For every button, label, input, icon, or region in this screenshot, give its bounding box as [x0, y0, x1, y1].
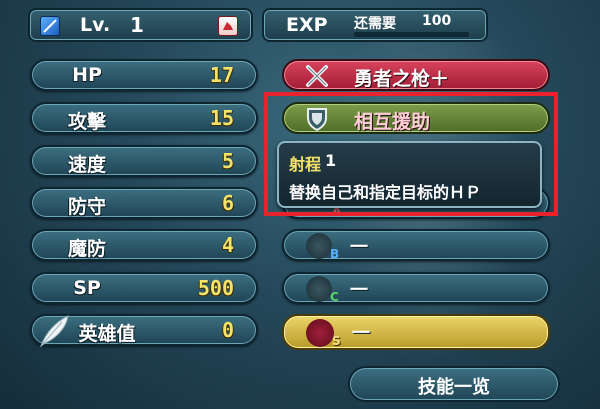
skill-list-button[interactable]: 技能一览	[348, 366, 560, 402]
stat-row-hp: HP 17	[30, 59, 258, 91]
stat-label: 魔防	[67, 238, 106, 260]
stat-label: SP	[73, 277, 101, 299]
b-skill-slot[interactable]: B 一	[282, 229, 550, 261]
stat-row-sp: SP 500	[30, 272, 258, 304]
stat-value: 500	[197, 276, 234, 300]
stat-value: 4	[221, 233, 234, 257]
stat-label: HP	[72, 64, 102, 86]
s-slot-orb-icon	[306, 319, 334, 347]
c-slot-value: 一	[350, 280, 368, 301]
b-slot-letter: B	[330, 247, 340, 261]
crossed-swords-icon	[304, 63, 330, 89]
exp-bar	[354, 32, 469, 37]
skill-list-button-label: 技能一览	[418, 377, 490, 398]
stat-row-attack: 攻擊 15	[30, 102, 258, 134]
stat-row-defense: 防守 6	[30, 187, 258, 219]
stat-label: 攻擊	[67, 111, 106, 133]
exp-label: EXP	[286, 14, 328, 36]
level-label: Lv.	[80, 14, 111, 36]
c-slot-letter: C	[330, 290, 339, 304]
stat-label: 英雄值	[78, 323, 136, 345]
exp-remaining-value: 100	[422, 13, 452, 29]
b-slot-value: 一	[350, 237, 368, 258]
stat-value: 17	[209, 63, 234, 87]
c-slot-orb-icon	[306, 276, 332, 302]
c-skill-slot[interactable]: C 一	[282, 272, 550, 304]
stat-value: 15	[209, 106, 234, 130]
exp-remaining-label: 还需要	[354, 16, 396, 32]
highlight-frame	[264, 92, 558, 216]
level-value: 1	[130, 13, 144, 37]
s-skill-slot[interactable]: S 一	[282, 314, 550, 350]
s-slot-value: 一	[352, 323, 370, 344]
weapon-skill-slot[interactable]: 勇者之枪＋	[282, 59, 550, 91]
b-slot-orb-icon	[306, 233, 332, 259]
stat-row-resistance: 魔防 4	[30, 229, 258, 261]
move-type-icon	[218, 16, 238, 36]
stat-label: 速度	[67, 154, 106, 176]
stat-value: 0	[221, 318, 234, 342]
stat-label: 防守	[67, 196, 106, 218]
stat-row-speed: 速度 5	[30, 145, 258, 177]
s-slot-letter: S	[332, 334, 341, 348]
stat-row-hero-merit: 英雄值 0	[30, 314, 258, 348]
stat-value: 5	[221, 149, 234, 173]
blue-weapon-type-icon	[40, 16, 60, 36]
weapon-skill-name: 勇者之枪＋	[354, 68, 450, 90]
stat-value: 6	[221, 191, 234, 215]
exp-box: EXP 还需要 100	[262, 8, 488, 42]
level-box: Lv. 1	[28, 8, 253, 42]
